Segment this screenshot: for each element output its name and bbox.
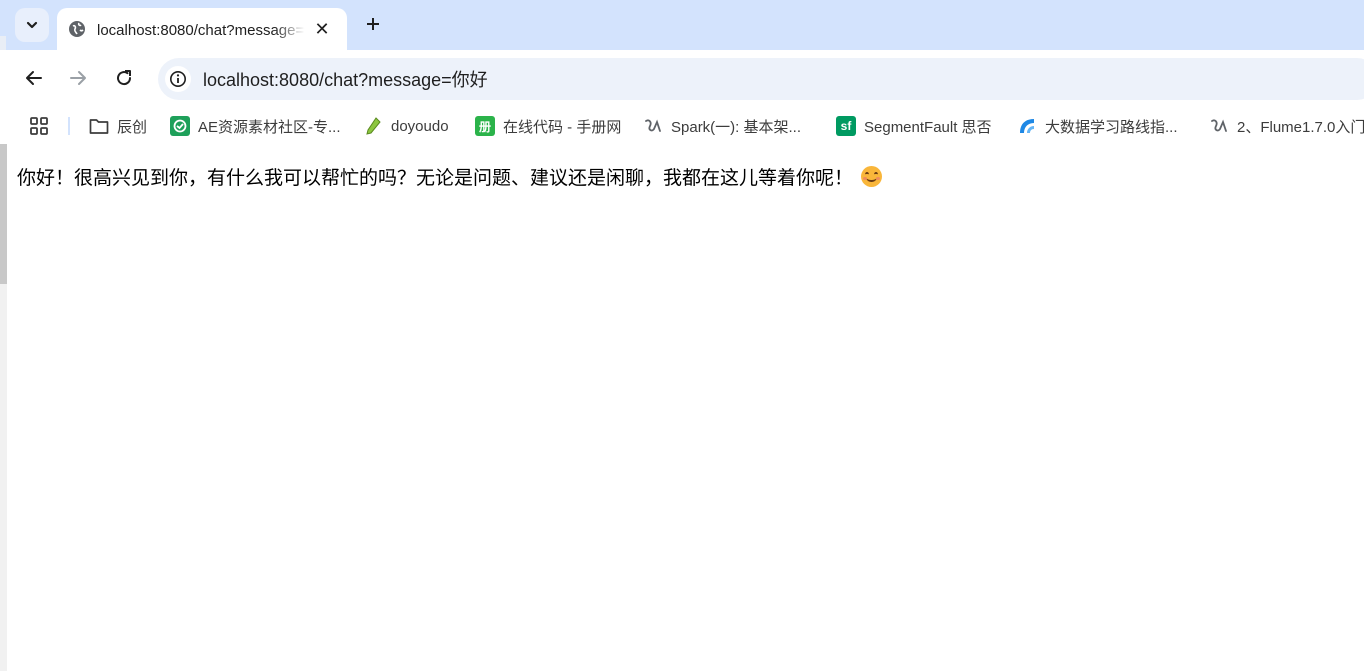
bookmark-ae-resources[interactable]: AE资源素材社区-专... [170,115,341,137]
smiling-face-emoji-icon [861,166,883,187]
csdn-logo-icon [643,116,663,136]
bookmark-label: doyoudo [391,117,449,135]
url-text[interactable]: localhost:8080/chat?message=你好 [203,66,488,92]
tab-active[interactable]: localhost:8080/chat?message=你好 ✕ [57,8,347,50]
address-bar[interactable]: localhost:8080/chat?message=你好 [158,58,1364,100]
apps-grid-icon[interactable] [29,116,49,136]
tab-search-button[interactable] [15,8,49,42]
shouce-logo-icon: 册 [475,116,495,136]
bigdata-logo-icon [1017,116,1037,136]
bookmark-folder-chenchuang[interactable]: 辰创 [89,115,147,137]
bookmark-bigdata[interactable]: 大数据学习路线指... [1017,115,1178,137]
csdn-logo-icon [1209,116,1229,136]
folder-icon [89,116,109,136]
forward-button[interactable] [62,62,94,94]
arrow-left-icon [26,71,42,85]
site-info-icon[interactable] [165,66,191,92]
chat-response: 你好！很高兴见到你，有什么我可以帮忙的吗？无论是问题、建议还是闲聊，我都在这儿等… [17,163,883,190]
bookmark-label: 2、Flume1.7.0入门 [1237,118,1364,136]
new-tab-button[interactable] [360,11,386,37]
page-content: 你好！很高兴见到你，有什么我可以帮忙的吗？无论是问题、建议还是闲聊，我都在这儿等… [7,144,1364,671]
globe-icon [67,19,87,39]
bookmark-label: AE资源素材社区-专... [198,118,341,136]
bookmarks-bar: 辰创 AE资源素材社区-专... doyoudo 册 在线代码 - 手册网 Sp… [0,108,1364,144]
chat-response-text: 你好！很高兴见到你，有什么我可以帮忙的吗？无论是问题、建议还是闲聊，我都在这儿等… [17,167,854,189]
bookmark-doyoudo[interactable]: doyoudo [363,115,449,137]
back-button[interactable] [18,62,50,94]
bookmark-label: Spark(一): 基本架... [671,118,802,136]
bookmarks-separator [68,117,70,135]
bookmark-shouce[interactable]: 册 在线代码 - 手册网 [475,115,621,137]
bookmark-label: 大数据学习路线指... [1045,118,1178,136]
reload-icon [117,70,132,86]
toolbar: localhost:8080/chat?message=你好 [0,50,1364,108]
scrollbar-thumb[interactable] [0,144,7,284]
segmentfault-logo-icon: sf [836,116,856,136]
bookmark-label: SegmentFault 思否 [864,118,992,136]
tab-strip: localhost:8080/chat?message=你好 ✕ [0,0,1364,50]
tab-title: localhost:8080/chat?message=你好 [97,21,305,39]
ae-logo-icon [170,116,190,136]
bookmark-flume[interactable]: 2、Flume1.7.0入门 [1209,115,1364,137]
bookmark-segmentfault[interactable]: sf SegmentFault 思否 [836,115,992,137]
arrow-right-icon [70,71,86,85]
bookmark-label: 在线代码 - 手册网 [503,118,622,136]
browser-window: localhost:8080/chat?message=你好 ✕ localho… [0,0,1364,671]
doyoudo-logo-icon [363,116,383,136]
bookmark-label: 辰创 [117,118,148,136]
reload-button[interactable] [108,62,140,94]
chevron-down-icon [26,21,38,29]
plus-icon [367,18,379,30]
close-icon[interactable]: ✕ [311,18,333,40]
bookmark-spark[interactable]: Spark(一): 基本架... [643,115,801,137]
